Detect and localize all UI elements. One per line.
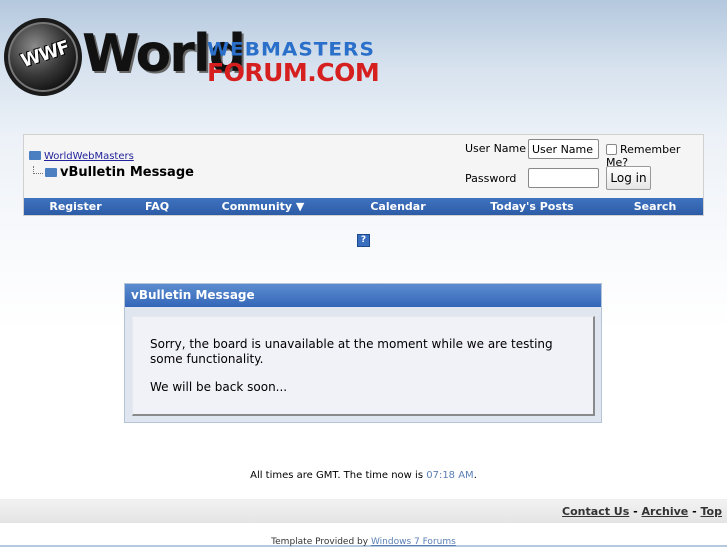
nav-register[interactable]: Register — [24, 198, 127, 215]
nav-community[interactable]: Community ▼ — [187, 198, 339, 215]
footer-separator: - — [692, 505, 697, 518]
message-panel: vBulletin Message Sorry, the board is un… — [124, 283, 602, 423]
logo-forum-text: FORUM.COM — [207, 58, 380, 87]
message-title: vBulletin Message — [125, 284, 601, 307]
top-link[interactable]: Top — [701, 505, 722, 518]
navbar: Register FAQ Community ▼ Calendar Today'… — [24, 198, 703, 215]
username-label: User Name — [465, 142, 527, 155]
header-panel: WorldWebMasters vBulletin Message User N… — [23, 134, 704, 216]
message-body: Sorry, the board is unavailable at the m… — [132, 316, 595, 416]
nav-todays-posts[interactable]: Today's Posts — [457, 198, 607, 215]
breadcrumb: WorldWebMasters — [29, 151, 134, 162]
password-label: Password — [465, 172, 517, 185]
credit-link[interactable]: Windows 7 Forums — [371, 537, 456, 547]
contact-us-link[interactable]: Contact Us — [562, 505, 629, 518]
message-text-secondary: We will be back soon... — [150, 380, 288, 394]
username-input[interactable] — [528, 139, 599, 159]
nav-search[interactable]: Search — [607, 198, 703, 215]
archive-link[interactable]: Archive — [642, 505, 689, 518]
password-input[interactable] — [528, 168, 599, 188]
credit-prefix: Template Provided by — [271, 537, 369, 547]
login-button[interactable]: Log in — [606, 166, 651, 190]
time-value: 07:18 AM — [426, 470, 474, 481]
page-title: vBulletin Message — [29, 165, 194, 180]
footer-nav: Contact Us - Archive - Top — [0, 499, 727, 523]
remember-me-checkbox[interactable] — [606, 144, 617, 155]
folder-icon — [29, 151, 41, 160]
time-prefix: All times are GMT. The time now is — [250, 470, 424, 481]
folder-open-icon — [45, 168, 57, 177]
time-suffix: . — [473, 470, 477, 481]
site-logo[interactable]: WWF World WEBMASTERS FORUM.COM — [4, 16, 380, 101]
template-credit: Template Provided by Windows 7 Forums — [0, 537, 727, 547]
breadcrumb-home-link[interactable]: WorldWebMasters — [44, 151, 134, 162]
globe-icon: WWF — [4, 18, 82, 96]
footer-separator: - — [633, 505, 638, 518]
nav-community-label: Community — [221, 200, 293, 213]
nav-calendar[interactable]: Calendar — [339, 198, 457, 215]
message-text: Sorry, the board is unavailable at the m… — [150, 337, 553, 366]
logo-webmasters-text: WEBMASTERS — [207, 37, 375, 61]
time-bar: All times are GMT. The time now is 07:18… — [0, 470, 727, 481]
tree-branch-icon — [33, 166, 43, 174]
nav-faq[interactable]: FAQ — [127, 198, 187, 215]
chevron-down-icon: ▼ — [295, 200, 305, 213]
globe-logo-text: WWF — [18, 36, 72, 73]
help-icon[interactable]: ? — [357, 234, 370, 247]
page-title-text: vBulletin Message — [60, 165, 194, 180]
